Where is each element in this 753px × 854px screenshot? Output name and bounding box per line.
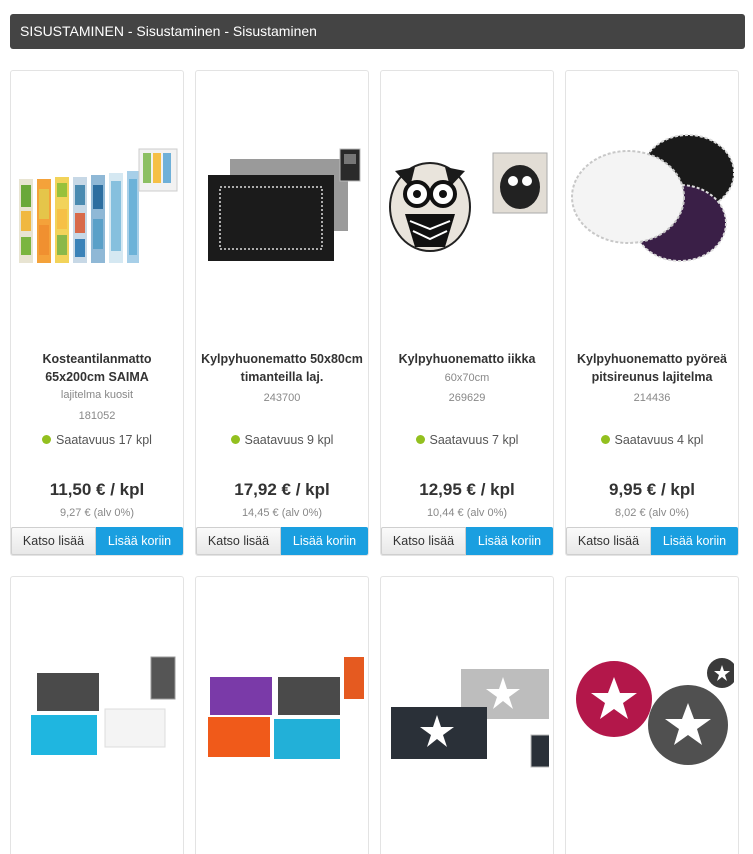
product-card[interactable]	[380, 576, 554, 854]
product-title[interactable]: Kylpyhuonematto 50x80cm timanteilla laj.	[198, 350, 366, 386]
product-code: 214436	[633, 392, 671, 404]
product-image[interactable]	[385, 585, 549, 845]
product-price: 17,92 € / kpl	[234, 480, 330, 499]
product-image[interactable]	[200, 585, 364, 845]
read-more-button[interactable]: Katso lisää	[566, 527, 651, 555]
add-to-cart-button[interactable]: Lisää koriin	[281, 527, 368, 555]
product-price: 12,95 € / kpl	[419, 480, 515, 499]
product-price: 9,95 € / kpl	[609, 480, 695, 499]
availability-dot-icon	[230, 435, 240, 444]
availability: Saatavuus 7 kpl	[381, 431, 553, 449]
read-more-button[interactable]: Katso lisää	[381, 527, 466, 555]
availability-dot-icon	[415, 435, 425, 444]
product-image[interactable]	[200, 79, 364, 339]
product-card[interactable]	[565, 576, 739, 854]
product-card[interactable]: Kosteantilanmatto 65x200cm SAIMA lajitel…	[10, 70, 184, 556]
product-price-vat: 10,44 € (alv 0%)	[426, 507, 508, 519]
product-title[interactable]: Kylpyhuonematto pyöreä pitsireunus lajit…	[568, 350, 736, 386]
product-image[interactable]	[15, 79, 179, 339]
product-card[interactable]	[10, 576, 184, 854]
availability: Saatavuus 9 kpl	[196, 431, 368, 449]
product-image[interactable]	[385, 79, 549, 339]
product-subtitle: 60x70cm	[444, 372, 490, 384]
product-price-vat: 8,02 € (alv 0%)	[615, 507, 689, 519]
product-title[interactable]: Kylpyhuonematto iikka	[383, 350, 551, 368]
product-image[interactable]	[570, 79, 734, 339]
product-code: 243700	[263, 392, 301, 404]
availability: Saatavuus 17 kpl	[11, 431, 183, 449]
product-image[interactable]	[570, 585, 734, 845]
product-card[interactable]: Kylpyhuonematto pyöreä pitsireunus lajit…	[565, 70, 739, 556]
product-card[interactable]: Kylpyhuonematto iikka 60x70cm 269629 Saa…	[380, 70, 554, 556]
product-code: 269629	[448, 392, 486, 404]
product-title[interactable]: Kosteantilanmatto 65x200cm SAIMA	[13, 350, 181, 386]
product-price-vat: 9,27 € (alv 0%)	[60, 507, 134, 519]
availability: Saatavuus 4 kpl	[566, 431, 738, 449]
product-image[interactable]	[15, 585, 179, 845]
add-to-cart-button[interactable]: Lisää koriin	[96, 527, 183, 555]
read-more-button[interactable]: Katso lisää	[196, 527, 281, 555]
product-code: 181052	[78, 410, 116, 422]
availability-dot-icon	[42, 435, 52, 444]
availability-dot-icon	[600, 435, 610, 444]
product-subtitle: lajitelma kuosit	[60, 389, 134, 401]
breadcrumb[interactable]: SISUSTAMINEN - Sisustaminen - Sisustamin…	[10, 14, 745, 49]
product-card[interactable]	[195, 576, 369, 854]
breadcrumb-text: SISUSTAMINEN - Sisustaminen - Sisustamin…	[20, 23, 317, 39]
add-to-cart-button[interactable]: Lisää koriin	[651, 527, 738, 555]
product-card[interactable]: Kylpyhuonematto 50x80cm timanteilla laj.…	[195, 70, 369, 556]
read-more-button[interactable]: Katso lisää	[11, 527, 96, 555]
product-price-vat: 14,45 € (alv 0%)	[241, 507, 323, 519]
add-to-cart-button[interactable]: Lisää koriin	[466, 527, 553, 555]
product-price: 11,50 € / kpl	[49, 480, 145, 499]
